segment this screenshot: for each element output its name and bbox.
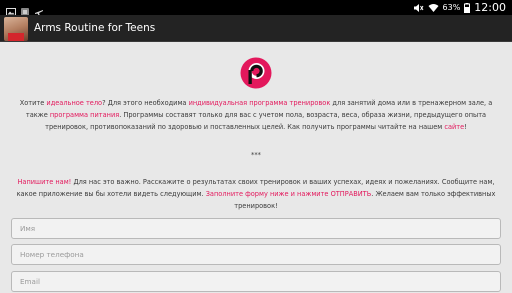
app-icon-detail [8,33,24,41]
app-icon[interactable] [4,17,28,41]
app-title: Arms Routine for Teens [34,22,156,34]
site-link[interactable]: сайте [444,123,464,131]
intro-text-1: Хотите [19,99,47,107]
battery-percent: 63% [442,3,461,12]
intro-text-5: ! [464,123,467,131]
main-content: Хотите идеальное тело? Для этого необход… [0,43,512,293]
airplane-icon [34,2,44,16]
system-icons: 63% 12:00 [413,0,506,15]
phone-input[interactable]: Номер телефона [11,244,501,265]
name-input[interactable]: Имя [11,218,501,239]
notification-icons [6,2,44,16]
image-icon [6,2,16,16]
separator: *** [251,151,261,159]
status-bar: 63% 12:00 [0,0,512,16]
intro-highlight-body: идеальное тело [46,99,103,107]
intro-highlight-nutrition: программа питания [49,111,120,119]
action-bar: Arms Routine for Teens [0,15,512,42]
contact-highlight-write: Напишите нам! [17,178,72,186]
email-input[interactable]: Email [11,271,501,292]
contact-paragraph: Напишите нам! Для нас это важно. Расскаж… [14,176,498,212]
intro-paragraph: Хотите идеальное тело? Для этого необход… [14,97,498,133]
contact-highlight-form: Заполните форму ниже и нажмите ОТПРАВИТЬ [205,190,372,198]
intro-highlight-program: индивидуальная программа тренировок [188,99,331,107]
app-notification-icon [20,2,30,16]
intro-text-2: ? Для этого необходима [102,99,189,107]
p-logo-icon [240,57,272,89]
clock: 12:00 [474,1,506,14]
